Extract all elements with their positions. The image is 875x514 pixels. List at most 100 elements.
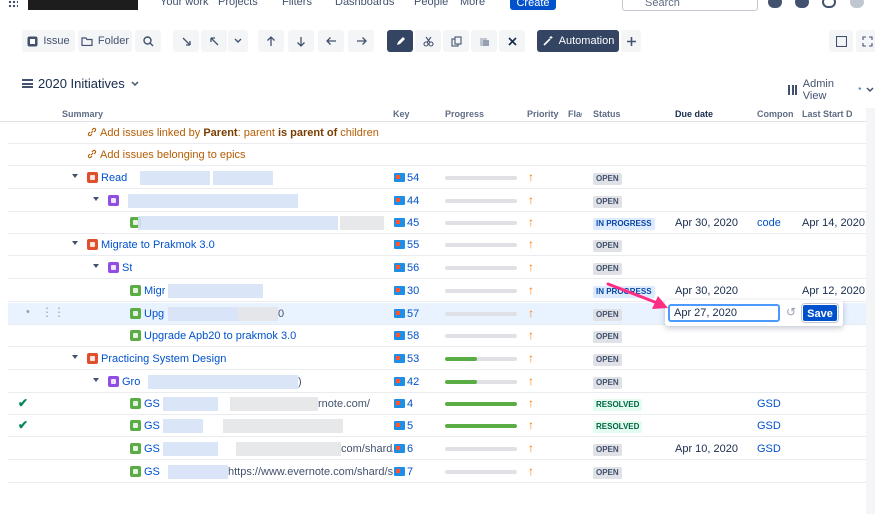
undo-icon[interactable]: ↺ [786, 305, 796, 319]
issue-summary[interactable]: Upg [144, 308, 164, 320]
table-row[interactable]: Read 54 ↑ OPEN [8, 167, 868, 189]
status-badge[interactable]: OPEN [593, 354, 622, 366]
issue-key[interactable]: 6 [407, 443, 413, 455]
search-input[interactable]: Search [622, 0, 758, 11]
table-row[interactable]: GS com/shard/6 ↑ OPEN Apr 10, 2020 GSD [8, 438, 868, 460]
search-button[interactable] [135, 30, 161, 52]
issue-key[interactable]: 53 [407, 353, 419, 365]
due-date[interactable]: Apr 10, 2020 [675, 443, 738, 455]
automation-button[interactable]: Automation [537, 30, 619, 52]
nav-your-work[interactable]: Your work [160, 0, 209, 8]
issue-summary[interactable]: Upgrade Apb20 to prakmok 3.0 [144, 330, 296, 342]
edit-button[interactable] [387, 30, 413, 52]
layout-button[interactable] [829, 30, 853, 52]
avatar[interactable] [850, 0, 864, 8]
expand-chevron-icon[interactable] [93, 197, 99, 201]
issue-key[interactable]: 45 [407, 217, 419, 229]
column-last-start-date[interactable]: Last Start Date [802, 109, 852, 119]
table-row[interactable]: Upgrade Apb20 to prakmok 3.0 58 ↑ OPEN [8, 325, 868, 347]
component[interactable]: GSD [757, 398, 781, 410]
site-logo[interactable] [28, 0, 138, 10]
copy-button[interactable] [443, 30, 469, 52]
status-badge[interactable]: OPEN [593, 240, 622, 252]
status-badge[interactable]: OPEN [593, 377, 622, 389]
expand-chevron-icon[interactable] [93, 264, 99, 268]
status-badge[interactable]: OPEN [593, 444, 622, 456]
table-row[interactable]: Migrate to Prakmok 3.0 55 ↑ OPEN [8, 234, 868, 256]
table-row[interactable]: Gro) 42 ↑ OPEN [8, 371, 868, 393]
nav-more[interactable]: More [460, 0, 485, 8]
move-up-button[interactable] [258, 30, 284, 52]
issue-summary[interactable]: St [122, 262, 132, 274]
drag-handle-icon[interactable]: ⋮⋮ [41, 305, 65, 319]
status-badge[interactable]: OPEN [593, 196, 622, 208]
column-key[interactable]: Key [393, 109, 410, 119]
fullscreen-button[interactable] [856, 30, 875, 52]
create-button[interactable]: Create [510, 0, 556, 10]
view-selector[interactable]: Admin View * [788, 78, 875, 102]
column-components[interactable]: Components [757, 109, 793, 119]
expand-chevron-icon[interactable] [72, 241, 78, 245]
issue-summary[interactable]: GS [144, 420, 160, 432]
issue-key[interactable]: 55 [407, 239, 419, 251]
move-left-button[interactable] [318, 30, 344, 52]
column-summary[interactable]: Summary [62, 109, 103, 119]
issue-key[interactable]: 5 [407, 420, 413, 432]
issue-key[interactable]: 4 [407, 398, 413, 410]
table-row[interactable]: Practicing System Design 53 ↑ OPEN [8, 348, 868, 370]
column-due-date[interactable]: Due date [675, 109, 713, 119]
status-badge[interactable]: OPEN [593, 467, 622, 479]
due-date[interactable]: Apr 30, 2020 [675, 285, 738, 297]
help-icon[interactable] [795, 0, 809, 8]
status-badge[interactable]: RESOLVED [593, 421, 643, 433]
table-row[interactable]: Migr30↑IN PROGRESSApr 30, 2020Apr 12, 20… [8, 280, 868, 302]
issue-summary[interactable]: GS [144, 443, 160, 455]
issue-key[interactable]: 30 [407, 285, 419, 297]
table-row[interactable]: ✔ GS rnote.com/4 ↑ RESOLVED GSD [8, 393, 868, 415]
app-switcher-icon[interactable] [8, 0, 18, 8]
structure-title[interactable]: 2020 Initiatives [22, 76, 140, 91]
add-issue-button[interactable]: Issue [22, 30, 75, 52]
issue-summary[interactable]: Practicing System Design [101, 353, 226, 365]
table-row[interactable]: 44 ↑ OPEN [8, 190, 868, 212]
component[interactable]: GSD [757, 443, 781, 455]
status-badge[interactable]: IN PROGRESS [593, 218, 655, 230]
issue-summary[interactable]: GS [144, 398, 160, 410]
due-date-input[interactable]: Apr 27, 2020 [668, 304, 780, 322]
generator-row-parent-links[interactable]: Add issues linked by Parent: parent is p… [8, 122, 868, 144]
issue-key[interactable]: 42 [407, 376, 419, 388]
column-priority[interactable]: Priority [527, 109, 559, 119]
issue-key[interactable]: 56 [407, 262, 419, 274]
issue-key[interactable]: 54 [407, 172, 419, 184]
status-badge[interactable]: OPEN [593, 331, 622, 343]
issue-key[interactable]: 7 [407, 466, 413, 478]
add-folder-button[interactable]: Folder [78, 30, 132, 52]
paste-button[interactable] [471, 30, 497, 52]
notifications-icon[interactable] [768, 0, 782, 8]
component[interactable]: code [757, 217, 781, 229]
table-row[interactable]: GS https://www.evernote.com/shard/s214/n 7… [8, 461, 868, 483]
expand-chevron-icon[interactable] [93, 378, 99, 382]
nav-filters[interactable]: Filters [282, 0, 312, 8]
table-row[interactable]: St 56 ↑ OPEN [8, 257, 868, 279]
component[interactable]: GSD [757, 420, 781, 432]
nav-dashboards[interactable]: Dashboards [335, 0, 394, 8]
issue-summary[interactable]: Migrate to Prakmok 3.0 [101, 239, 215, 251]
cut-button[interactable] [415, 30, 441, 52]
settings-icon[interactable] [822, 0, 836, 8]
expand-dropdown-button[interactable] [228, 30, 248, 52]
expand-all-button[interactable] [201, 30, 227, 52]
issue-summary[interactable]: Gro [122, 376, 140, 388]
column-status[interactable]: Status [593, 109, 621, 119]
status-badge[interactable]: OPEN [593, 173, 622, 185]
issue-key[interactable]: 58 [407, 330, 419, 342]
status-badge[interactable]: RESOLVED [593, 399, 643, 411]
status-badge[interactable]: OPEN [593, 263, 622, 275]
column-flagged[interactable]: Flagged [568, 109, 582, 119]
issue-key[interactable]: 44 [407, 195, 419, 207]
due-date[interactable]: Apr 30, 2020 [675, 217, 738, 229]
nav-projects[interactable]: Projects [218, 0, 258, 8]
move-right-button[interactable] [348, 30, 374, 52]
collapse-all-button[interactable] [173, 30, 199, 52]
add-automation-button[interactable] [621, 30, 641, 52]
